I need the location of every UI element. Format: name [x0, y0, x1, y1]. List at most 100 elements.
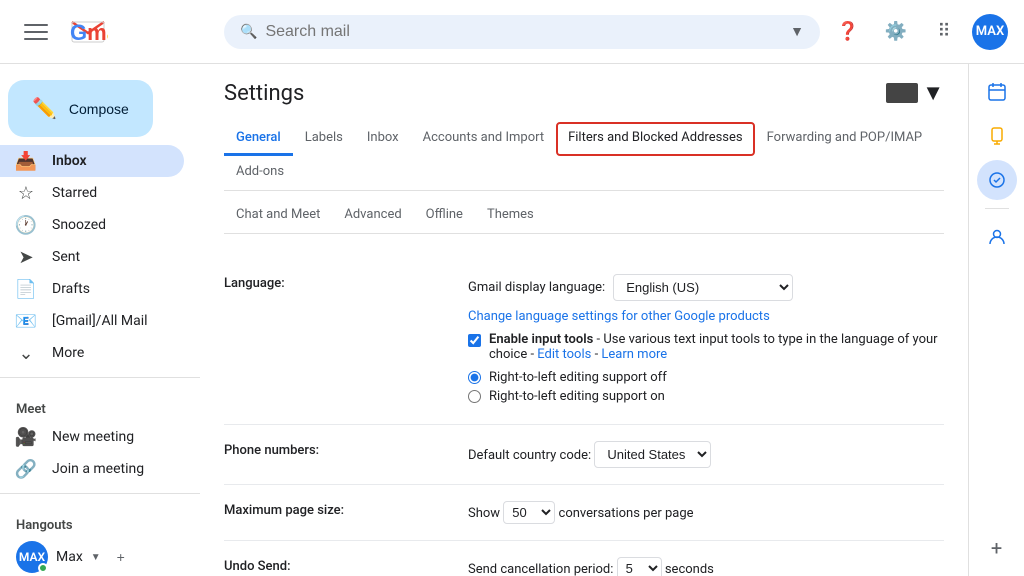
- hangout-avatar: MAX: [16, 541, 48, 573]
- language-control: Gmail display language: English (US) Cha…: [468, 274, 944, 408]
- hangouts-section-label: Hangouts: [0, 502, 200, 537]
- edit-tools-link[interactable]: Edit tools: [537, 347, 591, 362]
- sidebar-label-all-mail: [Gmail]/All Mail: [52, 313, 148, 329]
- starred-icon: ☆: [16, 183, 36, 203]
- tab-general[interactable]: General: [224, 122, 293, 156]
- change-lang-link[interactable]: Change language settings for other Googl…: [468, 309, 770, 324]
- search-input[interactable]: [265, 23, 782, 41]
- tab-filters[interactable]: Filters and Blocked Addresses: [556, 122, 755, 156]
- enable-input-label: Enable input tools - Use various text in…: [489, 332, 944, 362]
- settings-tabs-row2: Chat and Meet Advanced Offline Themes: [224, 199, 944, 234]
- tab-chat[interactable]: Chat and Meet: [224, 199, 332, 233]
- compose-plus-icon: ✏️: [32, 96, 57, 121]
- language-row: Language: Gmail display language: Englis…: [224, 258, 944, 425]
- compose-button[interactable]: ✏️ Compose: [8, 80, 153, 137]
- rtl-on-row: Right-to-left editing support on: [468, 389, 944, 404]
- tab-themes[interactable]: Themes: [475, 199, 546, 233]
- sidebar-item-new-meeting[interactable]: 🎥 New meeting: [0, 421, 184, 453]
- more-icon: ⌄: [16, 343, 36, 363]
- page-size-select[interactable]: 50 25 100: [503, 501, 555, 524]
- topbar-left: Gmail: [16, 12, 216, 52]
- learn-more-input-link[interactable]: Learn more: [601, 347, 667, 362]
- country-code-select[interactable]: United States: [594, 441, 711, 468]
- tab-advanced[interactable]: Advanced: [332, 199, 413, 233]
- tab-labels[interactable]: Labels: [293, 122, 355, 156]
- compose-label: Compose: [69, 101, 129, 117]
- sidebar-item-inbox[interactable]: 📥 Inbox: [0, 145, 184, 177]
- rtl-off-row: Right-to-left editing support off: [468, 370, 944, 385]
- phone-label: Phone numbers:: [224, 441, 444, 468]
- tab-forwarding[interactable]: Forwarding and POP/IMAP: [755, 122, 935, 156]
- sidebar-label-more: More: [52, 345, 84, 361]
- avatar[interactable]: MAX: [972, 14, 1008, 50]
- menu-button[interactable]: [16, 12, 56, 52]
- undo-send-row: Undo Send: Send cancellation period: 5 1…: [224, 541, 944, 576]
- display-lang-row: Gmail display language: English (US): [468, 274, 944, 301]
- sidebar-item-snoozed[interactable]: 🕐 Snoozed: [0, 209, 184, 241]
- tab-accounts[interactable]: Accounts and Import: [411, 122, 556, 156]
- topbar: Gmail 🔍 ▼ ❓ ⚙️ ⠿ MAX: [0, 0, 1024, 64]
- sidebar-item-more[interactable]: ⌄ More: [0, 337, 184, 369]
- add-hangout-button[interactable]: +: [109, 545, 133, 569]
- hamburger-icon: [24, 20, 48, 44]
- display-lang-label: Gmail display language:: [468, 280, 605, 295]
- calendar-svg: [987, 82, 1007, 102]
- sidebar: ✏️ Compose 📥 Inbox ☆ Starred 🕐 Snoozed ➤…: [0, 64, 200, 576]
- tasks-icon-btn[interactable]: [977, 160, 1017, 200]
- sidebar-item-all-mail[interactable]: 📧 [Gmail]/All Mail: [0, 305, 184, 337]
- sidebar-item-starred[interactable]: ☆ Starred: [0, 177, 184, 209]
- sidebar-label-sent: Sent: [52, 249, 80, 265]
- sent-icon: ➤: [16, 247, 36, 267]
- page-size-label: Maximum page size:: [224, 501, 444, 524]
- page-size-row: Maximum page size: Show 50 25 100 conver…: [224, 485, 944, 541]
- sidebar-label-starred: Starred: [52, 185, 97, 201]
- hangouts-item-max[interactable]: MAX Max ▼ +: [0, 537, 200, 576]
- enable-input-tools-checkbox[interactable]: [468, 334, 481, 347]
- phone-row: Phone numbers: Default country code: Uni…: [224, 425, 944, 485]
- seconds-label: seconds: [665, 562, 714, 576]
- add-app-button[interactable]: +: [977, 528, 1017, 568]
- title-dropdown-icon[interactable]: ▼: [922, 80, 944, 106]
- sidebar-label-drafts: Drafts: [52, 281, 90, 297]
- svg-text:Gmail: Gmail: [70, 20, 108, 45]
- help-button[interactable]: ❓: [828, 12, 868, 52]
- sidebar-divider-2: [0, 493, 200, 494]
- page-size-control: Show 50 25 100 conversations per page: [468, 501, 944, 524]
- display-lang-select[interactable]: English (US): [613, 274, 793, 301]
- contacts-svg: [987, 227, 1007, 247]
- sidebar-label-inbox: Inbox: [52, 153, 87, 169]
- rtl-on-label: Right-to-left editing support on: [489, 389, 665, 404]
- calendar-icon-btn[interactable]: [977, 72, 1017, 112]
- contacts-icon-btn[interactable]: [977, 217, 1017, 257]
- sidebar-label-new-meeting: New meeting: [52, 429, 134, 445]
- tab-addons[interactable]: Add-ons: [224, 156, 296, 190]
- tab-offline[interactable]: Offline: [414, 199, 475, 233]
- settings-title: Settings: [224, 81, 304, 106]
- hangout-name: Max: [56, 549, 83, 565]
- keep-icon-btn[interactable]: [977, 116, 1017, 156]
- tab-inbox[interactable]: Inbox: [355, 122, 411, 156]
- undo-send-control: Send cancellation period: 5 10 20 30 sec…: [468, 557, 944, 576]
- right-sidebar: +: [968, 64, 1024, 576]
- keep-svg: [987, 126, 1007, 146]
- settings-tabs-row1: General Labels Inbox Accounts and Import…: [224, 122, 944, 191]
- apps-button[interactable]: ⠿: [924, 12, 964, 52]
- rtl-off-radio[interactable]: [468, 371, 481, 384]
- topbar-right: ❓ ⚙️ ⠿ MAX: [828, 12, 1008, 52]
- settings-button[interactable]: ⚙️: [876, 12, 916, 52]
- sidebar-item-sent[interactable]: ➤ Sent: [0, 241, 184, 273]
- search-dropdown-icon[interactable]: ▼: [790, 23, 804, 40]
- enable-input-tools-row: Enable input tools - Use various text in…: [468, 332, 944, 362]
- all-mail-icon: 📧: [16, 311, 36, 331]
- sidebar-item-drafts[interactable]: 📄 Drafts: [0, 273, 184, 305]
- inbox-icon: 📥: [16, 151, 36, 171]
- search-bar[interactable]: 🔍 ▼: [224, 15, 820, 49]
- country-code-label: Default country code:: [468, 448, 594, 463]
- cancellation-period-select[interactable]: 5 10 20 30: [617, 557, 662, 576]
- settings-title-row: Settings ▼: [224, 80, 944, 106]
- drafts-icon: 📄: [16, 279, 36, 299]
- meet-section-label: Meet: [0, 386, 200, 421]
- sidebar-label-snoozed: Snoozed: [52, 217, 106, 233]
- rtl-on-radio[interactable]: [468, 390, 481, 403]
- sidebar-item-join-meeting[interactable]: 🔗 Join a meeting: [0, 453, 184, 485]
